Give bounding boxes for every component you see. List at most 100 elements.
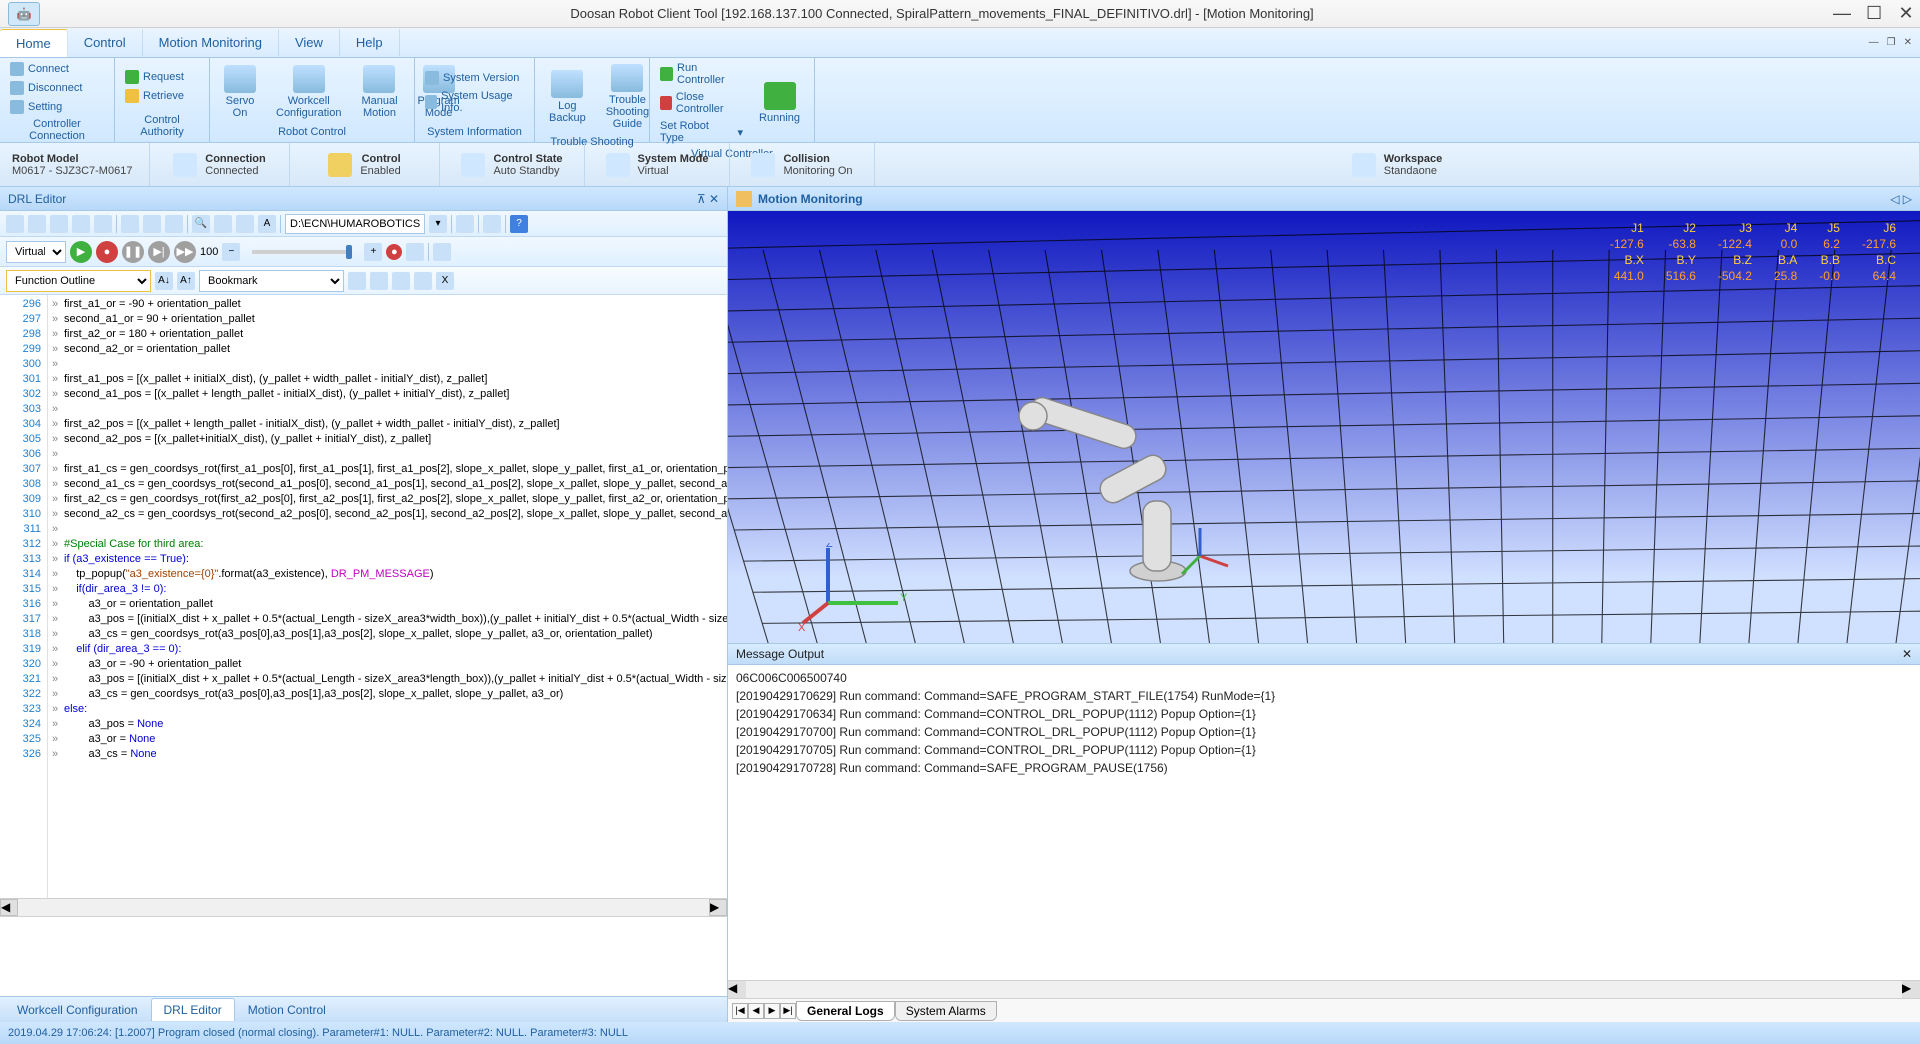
tab-system-alarms[interactable]: System Alarms [895,1001,997,1021]
zoom-in-icon[interactable]: + [364,243,382,261]
paste-icon[interactable] [165,215,183,233]
bookmark-icon[interactable] [348,272,366,290]
menu-motion-monitoring[interactable]: Motion Monitoring [143,29,279,56]
msg-next-icon[interactable]: ▶ [764,1003,780,1019]
request-button[interactable]: Request [121,68,188,86]
flag-icon[interactable] [406,243,424,261]
save-icon[interactable] [50,215,68,233]
message-hscroll[interactable]: ◀▶ [728,980,1920,998]
servo-on-button[interactable]: Servo On [216,61,264,123]
menu-bar: Home Control Motion Monitoring View Help… [0,28,1920,58]
path-dropdown-icon[interactable]: ▾ [429,215,447,233]
system-usage-button[interactable]: System Usage Info. [421,88,528,116]
help-icon[interactable]: ? [510,215,528,233]
svg-text:Z: Z [826,543,833,550]
stop-icon [660,96,672,110]
message-list[interactable]: 06C006C006500740[20190429170629] Run com… [728,665,1920,980]
refresh-icon[interactable] [483,215,501,233]
close-button[interactable]: ✕ [1900,8,1912,20]
motion-viewport[interactable]: Z Y X J1J2J3J4J5J6-127.6-63.8-122.40.06.… [728,211,1920,643]
save-all-icon[interactable] [72,215,90,233]
workcell-icon [293,65,325,93]
manual-motion-button[interactable]: Manual Motion [353,61,405,123]
workspace-icon [1352,153,1376,177]
status-control: ControlEnabled [290,143,440,186]
print-icon[interactable] [94,215,112,233]
troubleshooting-button[interactable]: Trouble Shooting Guide [598,60,657,134]
group-robot-control: Robot Control [216,124,408,140]
ff-icon[interactable]: ▶▶ [174,241,196,263]
mdi-close[interactable]: ✕ [1904,37,1912,48]
ribbon: Connect Disconnect Setting Controller Co… [0,58,1920,143]
function-outline-select[interactable]: Function Outline [6,270,151,292]
msg-prev-icon[interactable]: ◀ [748,1003,764,1019]
tab-workcell-config[interactable]: Workcell Configuration [4,998,151,1022]
menu-view[interactable]: View [279,29,340,56]
joint-readout: J1J2J3J4J5J6-127.6-63.8-122.40.06.2-217.… [1598,219,1908,285]
bookmark-tool-icon[interactable] [414,272,432,290]
cut-icon[interactable] [121,215,139,233]
servo-icon [224,65,256,93]
step-icon[interactable]: ▶| [148,241,170,263]
new-file-icon[interactable] [6,215,24,233]
folder-icon[interactable] [456,215,474,233]
maximize-button[interactable]: ☐ [1868,8,1880,20]
run-controller-button[interactable]: Run Controller [656,60,747,88]
play-icon [660,67,673,81]
state-icon [461,153,485,177]
code-editor[interactable]: 2962972982993003013023033043053063073083… [0,295,727,898]
play-icon[interactable]: ▶ [70,241,92,263]
zoom-out-icon[interactable]: − [222,243,240,261]
search-icon[interactable]: 🔍 [192,215,210,233]
copy-icon[interactable] [143,215,161,233]
rec2-icon[interactable]: ● [386,244,402,260]
editor-toolbar: 🔍 A ▾ ? [0,211,727,237]
bookmark-clear-icon[interactable]: X [436,272,454,290]
unpin-icon[interactable]: ⊼ ✕ [697,192,719,206]
tab-general-logs[interactable]: General Logs [796,1001,895,1021]
close-controller-button[interactable]: Close Controller [656,89,747,117]
bookmark-select[interactable]: Bookmark [199,270,344,292]
add-icon[interactable] [433,243,451,261]
path-input[interactable] [285,214,425,234]
running-button[interactable]: Running [751,78,808,128]
menu-help[interactable]: Help [340,29,400,56]
editor-hscroll[interactable]: ◀▶ [0,898,727,916]
menu-control[interactable]: Control [68,29,143,56]
disconnect-button[interactable]: Disconnect [6,79,86,97]
workcell-config-button[interactable]: Workcell Configuration [268,61,349,123]
bookmark-prev-icon[interactable] [392,272,410,290]
record-icon[interactable]: ● [96,241,118,263]
log-backup-button[interactable]: Log Backup [541,66,594,128]
status-system-mode: System ModeVirtual [585,143,730,186]
tab-motion-control[interactable]: Motion Control [235,998,339,1022]
tab-drl-editor[interactable]: DRL Editor [151,998,235,1021]
status-connection: ConnectionConnected [150,143,290,186]
pause-icon[interactable]: ❚❚ [122,241,144,263]
undo-icon[interactable] [214,215,232,233]
connect-button[interactable]: Connect [6,60,86,78]
menu-home[interactable]: Home [0,29,68,57]
setting-button[interactable]: Setting [6,98,86,116]
mode-select[interactable]: Virtual [6,241,66,263]
redo-icon[interactable] [236,215,254,233]
retrieve-button[interactable]: Retrieve [121,87,188,105]
sort-desc-icon[interactable]: A↑ [177,272,195,290]
font-icon[interactable]: A [258,215,276,233]
msg-last-icon[interactable]: ▶| [780,1003,796,1019]
mode-icon [606,153,630,177]
speed-slider[interactable] [252,250,352,254]
open-file-icon[interactable] [28,215,46,233]
motion-nav-icons[interactable]: ◁ ▷ [1890,192,1912,206]
set-robot-type-button[interactable]: Set Robot Type ▾ [656,118,747,146]
group-controller-connection: Controller Connection [6,116,108,144]
mdi-restore[interactable]: ❐ [1887,37,1896,48]
sort-asc-icon[interactable]: A↓ [155,272,173,290]
msg-first-icon[interactable]: |◀ [732,1003,748,1019]
minimize-button[interactable]: — [1836,8,1848,20]
status-bar: 2019.04.29 17:06:24: [1.2007] Program cl… [0,1022,1920,1044]
msg-close-icon[interactable]: ✕ [1902,647,1912,661]
system-version-button[interactable]: System Version [421,69,528,87]
mdi-minimize[interactable]: — [1869,37,1879,48]
bookmark-next-icon[interactable] [370,272,388,290]
